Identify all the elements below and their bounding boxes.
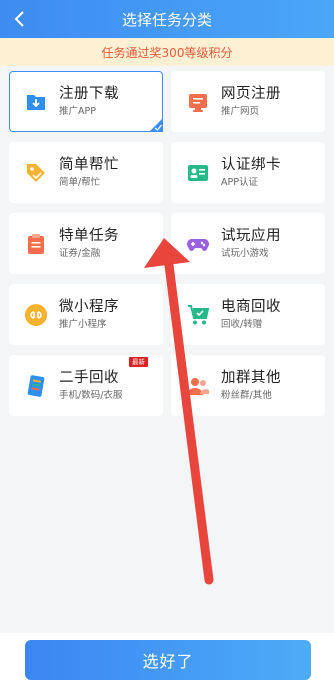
category-subtitle: 推广APP bbox=[59, 106, 96, 117]
category-name: 特单任务 bbox=[59, 228, 119, 244]
category-subtitle: 推广小程序 bbox=[59, 319, 107, 330]
download-icon bbox=[24, 90, 48, 114]
category-subtitle: 手机/数码/衣服 bbox=[59, 390, 123, 401]
category-name: 网页注册 bbox=[221, 86, 281, 102]
category-subtitle: 试玩小游戏 bbox=[221, 248, 269, 259]
webpage-icon bbox=[186, 90, 210, 114]
chevron-left-icon bbox=[14, 11, 24, 27]
header-bar: 选择任务分类 bbox=[0, 0, 334, 38]
category-subtitle: 简单/帮忙 bbox=[59, 177, 101, 188]
category-card-simple-help[interactable]: 简单帮忙 简单/帮忙 bbox=[9, 142, 163, 203]
back-button[interactable] bbox=[8, 7, 32, 31]
category-name: 电商回收 bbox=[221, 299, 281, 315]
cart-icon bbox=[186, 303, 210, 327]
confirm-button[interactable]: 选好了 bbox=[25, 640, 311, 680]
selected-check-icon bbox=[149, 118, 163, 132]
reward-notice: 任务通过奖300等级积分 bbox=[0, 38, 334, 66]
category-card-mini-program[interactable]: 微小程序 推广小程序 bbox=[9, 284, 163, 345]
category-subtitle: 回收/转赠 bbox=[221, 319, 263, 330]
category-name: 二手回收 bbox=[59, 370, 119, 386]
tag-icon bbox=[24, 161, 48, 185]
category-card-trial-app[interactable]: 试玩应用 试玩小游戏 bbox=[171, 213, 325, 274]
id-card-icon bbox=[186, 161, 210, 185]
category-grid: 注册下载 推广APP 网页注册 推广网页 简单帮忙 简单/帮忙 认证绑卡 APP… bbox=[9, 71, 325, 416]
category-card-id-verify[interactable]: 认证绑卡 APP认证 bbox=[171, 142, 325, 203]
category-name: 微小程序 bbox=[59, 299, 119, 315]
category-subtitle: 推广网页 bbox=[221, 106, 260, 117]
category-name: 加群其他 bbox=[221, 370, 281, 386]
phone-icon bbox=[24, 374, 48, 398]
group-icon bbox=[186, 374, 210, 398]
category-card-join-group[interactable]: 加群其他 粉丝群/其他 bbox=[171, 355, 325, 416]
category-subtitle: 粉丝群/其他 bbox=[221, 390, 272, 401]
category-subtitle: APP认证 bbox=[221, 177, 258, 188]
category-card-secondhand-recycle[interactable]: 二手回收 手机/数码/衣服 最新 bbox=[9, 355, 163, 416]
category-card-web-register[interactable]: 网页注册 推广网页 bbox=[171, 71, 325, 132]
category-name: 试玩应用 bbox=[221, 228, 281, 244]
category-card-register-download[interactable]: 注册下载 推广APP bbox=[9, 71, 163, 132]
category-name: 简单帮忙 bbox=[59, 157, 119, 173]
gamepad-icon bbox=[186, 232, 210, 256]
mini-program-icon bbox=[24, 303, 48, 327]
category-card-ecommerce-recycle[interactable]: 电商回收 回收/转赠 bbox=[171, 284, 325, 345]
page-title: 选择任务分类 bbox=[121, 10, 212, 29]
category-subtitle: 证券/金融 bbox=[59, 248, 101, 259]
category-name: 注册下载 bbox=[59, 86, 119, 102]
category-card-special-task[interactable]: 特单任务 证券/金融 bbox=[9, 213, 163, 274]
new-badge: 最新 bbox=[129, 357, 148, 367]
clipboard-icon bbox=[24, 232, 48, 256]
category-name: 认证绑卡 bbox=[221, 157, 281, 173]
